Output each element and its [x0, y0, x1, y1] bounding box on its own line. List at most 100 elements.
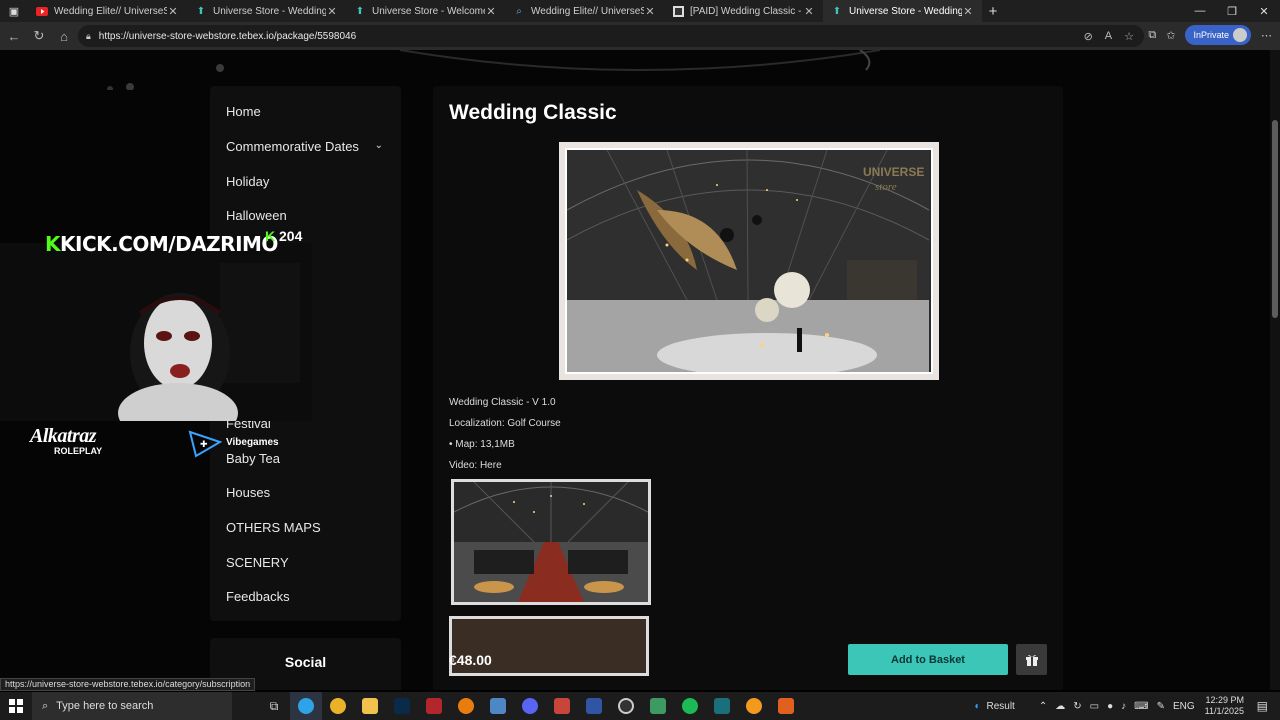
sidebar-item-scenery[interactable]: SCENERY	[226, 555, 289, 570]
photoshop-icon[interactable]	[386, 692, 418, 720]
tab-5[interactable]: [PAID] Wedding Classic - FIVE M ✕	[664, 0, 823, 22]
task-view-icon[interactable]: ⧉	[258, 692, 290, 720]
tab-title: Wedding Elite// UniverseStore //	[54, 5, 167, 17]
file-explorer-icon[interactable]	[354, 692, 386, 720]
sidebar-item-feedbacks[interactable]: Feedbacks	[226, 589, 290, 604]
sidebar-item-baby-tea[interactable]: Baby Tea	[226, 451, 280, 466]
url-field[interactable]: 🔒︎ https://universe-store-webstore.tebex…	[78, 25, 1144, 47]
tab-title: Universe Store - Wedding	[213, 5, 326, 17]
windows-start-icon[interactable]	[0, 699, 32, 713]
window-menu-icon[interactable]: ▣	[0, 0, 28, 22]
search-icon: ⌕	[516, 5, 522, 17]
gift-icon[interactable]	[1016, 644, 1047, 675]
volume-icon[interactable]: ♪	[1121, 701, 1126, 712]
close-icon[interactable]: ✕	[326, 5, 338, 18]
sidebar-item-houses[interactable]: Houses	[226, 485, 270, 500]
product-hero-image[interactable]: UNIVERSE store	[559, 142, 939, 380]
venue-illustration: UNIVERSE store	[567, 150, 930, 372]
tebex-icon: ⬆	[355, 5, 365, 17]
app-sun-icon[interactable]	[738, 692, 770, 720]
sidebar-item-home[interactable]: Home	[226, 104, 261, 119]
chevron-down-icon[interactable]: ⌄	[375, 140, 383, 151]
svg-text:✚: ✚	[200, 440, 208, 450]
close-window-icon[interactable]: ✕	[1248, 0, 1280, 22]
tab-1[interactable]: Wedding Elite// UniverseStore // ✕	[28, 0, 187, 22]
chrome-icon[interactable]	[322, 692, 354, 720]
close-icon[interactable]: ✕	[644, 5, 656, 18]
description-video-link[interactable]: Video: Here	[449, 460, 502, 471]
discord-icon[interactable]	[514, 692, 546, 720]
weather-widget[interactable]: ◐ Result	[974, 701, 1014, 712]
sidebar-item-halloween[interactable]: Halloween	[226, 208, 287, 223]
tab-title: Wedding Elite// UniverseStore //	[531, 5, 644, 17]
tab-2[interactable]: ⬆ Universe Store - Wedding ✕	[187, 0, 346, 22]
url-actions: ⊘ A ☆	[1084, 30, 1134, 43]
close-icon[interactable]: ✕	[485, 5, 497, 18]
sidebar-item-others-maps[interactable]: OTHERS MAPS	[226, 520, 321, 535]
inprivate-badge[interactable]: InPrivate	[1185, 25, 1251, 45]
sync-icon[interactable]: ↻	[1073, 701, 1081, 712]
network-icon[interactable]: ▭	[1090, 701, 1099, 712]
system-tray: ◐ Result ⌃ ☁ ↻ ▭ ● ♪ ⌨ ✎ ENG 12:29 PM 11…	[974, 692, 1280, 720]
language-indicator[interactable]: ENG	[1173, 701, 1195, 712]
restore-icon[interactable]: ❐	[1216, 0, 1248, 22]
extensions-icon[interactable]: ⧉	[1148, 29, 1156, 42]
tab-bar: ▣ Wedding Elite// UniverseStore // ✕ ⬆ U…	[0, 0, 1280, 22]
product-panel: Wedding Classic UNIVERSE store Wedding C…	[433, 86, 1063, 690]
clock[interactable]: 12:29 PM 11/1/2025	[1205, 695, 1244, 717]
add-to-basket-button[interactable]: Add to Basket	[848, 644, 1008, 675]
tebex-icon: ⬆	[832, 5, 842, 17]
minimize-icon[interactable]: —	[1184, 0, 1216, 22]
app-red-icon[interactable]	[418, 692, 450, 720]
vibegames-label: Vibegames	[226, 437, 279, 448]
read-aloud-icon[interactable]: A	[1105, 30, 1112, 43]
pen-icon[interactable]: ✎	[1157, 701, 1165, 712]
tab-4[interactable]: ⌕ Wedding Elite// UniverseStore // ✕	[505, 0, 664, 22]
more-menu-icon[interactable]: ⋯	[1261, 29, 1272, 42]
close-icon[interactable]: ✕	[803, 5, 815, 18]
kick-url-text: KICK.COM/DAZRIMO	[60, 232, 278, 256]
notification-icon[interactable]: ▤	[1257, 699, 1268, 713]
close-icon[interactable]: ✕	[962, 5, 974, 18]
product-price: €48.00	[449, 652, 492, 668]
close-icon[interactable]: ✕	[167, 5, 179, 18]
page-scrollbar[interactable]	[1270, 50, 1280, 690]
taskbar-search-box[interactable]: ⌕ Type here to search	[32, 692, 232, 720]
microphone-icon[interactable]: ●	[1107, 701, 1113, 712]
result-icon: ◐	[974, 700, 981, 712]
home-icon[interactable]: ⌂	[52, 24, 76, 48]
sidebar-item-commemorative-dates[interactable]: Commemorative Dates	[226, 139, 359, 154]
back-icon[interactable]: ←	[2, 24, 26, 48]
clock-time: 12:29 PM	[1205, 695, 1244, 705]
logo-subtext: ROLEPLAY	[54, 446, 103, 456]
spotify-icon[interactable]	[674, 692, 706, 720]
refresh-icon[interactable]: ↻	[27, 24, 51, 48]
sidebar-item-holiday[interactable]: Holiday	[226, 174, 269, 189]
window-controls: — ❐ ✕	[1184, 0, 1280, 22]
taskbar-apps: ⧉	[258, 692, 802, 720]
app-blue-icon[interactable]	[578, 692, 610, 720]
new-tab-button[interactable]: +	[982, 3, 1004, 20]
description-line: • Map: 13,1MB	[449, 439, 515, 450]
app-teal-icon[interactable]	[706, 692, 738, 720]
app-colorful-icon[interactable]	[546, 692, 578, 720]
app-green-icon[interactable]	[642, 692, 674, 720]
favorites-icon[interactable]: ✩	[1166, 29, 1175, 42]
cloud-icon[interactable]: ☁	[1055, 701, 1065, 712]
tab-3[interactable]: ⬆ Universe Store - Welcome ✕	[346, 0, 505, 22]
app-circle-icon[interactable]	[610, 692, 642, 720]
viewer-count: K 204	[265, 228, 302, 244]
chevron-up-icon[interactable]: ⌃	[1039, 701, 1047, 712]
tracking-icon[interactable]: ⊘	[1084, 30, 1093, 43]
keyboard-icon[interactable]: ⌨	[1134, 701, 1148, 712]
scrollbar-thumb[interactable]	[1272, 120, 1278, 318]
blender-icon[interactable]	[450, 692, 482, 720]
edge-icon[interactable]	[290, 692, 322, 720]
store-icon[interactable]	[482, 692, 514, 720]
purchase-bar: €48.00 Add to Basket	[433, 638, 1063, 690]
gallery-thumbnail[interactable]	[451, 479, 651, 605]
favorite-star-icon[interactable]: ☆	[1124, 30, 1134, 43]
kick-logo-icon: K	[45, 232, 61, 256]
tab-6-active[interactable]: ⬆ Universe Store - Wedding Classic ✕	[823, 0, 982, 22]
app-orange-icon[interactable]	[770, 692, 802, 720]
